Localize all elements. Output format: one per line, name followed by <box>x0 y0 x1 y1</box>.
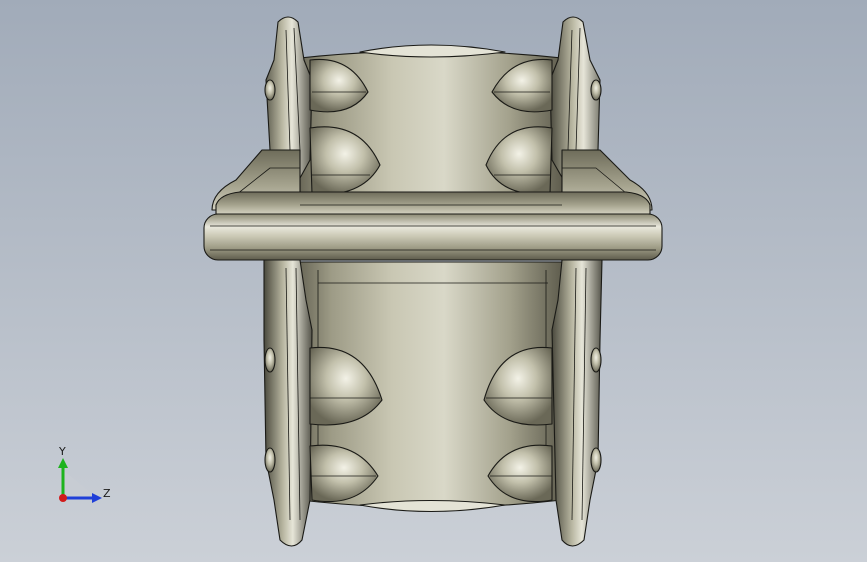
triad-x-axis-icon <box>59 494 67 502</box>
flange-ring <box>203 213 663 261</box>
triad-z-label: Z <box>103 487 111 500</box>
triad-y-label: Y <box>58 445 66 458</box>
part-model[interactable] <box>203 16 663 547</box>
graphics-viewport[interactable]: Y Z <box>0 0 867 562</box>
flange-top-face <box>215 191 651 215</box>
